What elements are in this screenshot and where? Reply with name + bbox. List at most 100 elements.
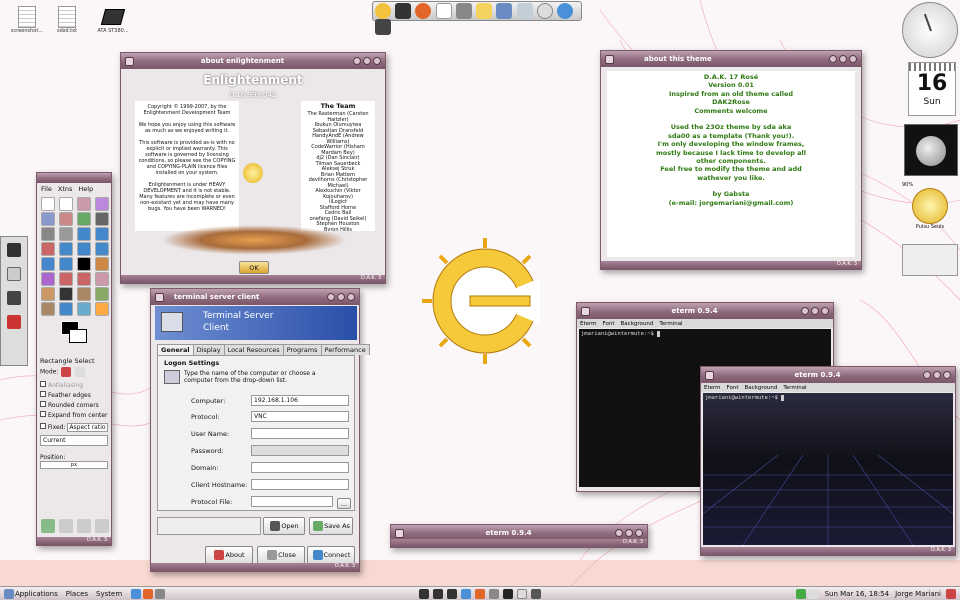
close-icon[interactable] [635, 529, 643, 537]
enlightenment-icon[interactable] [375, 3, 391, 19]
browser-icon[interactable] [131, 588, 142, 599]
option-checkbox[interactable] [40, 411, 46, 417]
scissors-tool-icon[interactable] [59, 212, 73, 226]
position-unit[interactable]: px [40, 461, 108, 469]
panel-user[interactable]: Jorge Mariani [895, 590, 941, 598]
window-menu-icon[interactable] [705, 370, 714, 380]
titlebar[interactable] [37, 173, 111, 183]
field-input[interactable]: 192.168.1.106 [251, 395, 349, 406]
applications-menu[interactable]: Applications [15, 590, 58, 598]
fuzzy-select-tool-icon[interactable] [95, 197, 109, 211]
gimp-icon[interactable] [489, 588, 500, 599]
home-icon[interactable] [496, 3, 513, 19]
tab-performance[interactable]: Performance [320, 344, 370, 355]
launcher-icon[interactable] [155, 588, 166, 599]
minimize-icon[interactable] [923, 371, 931, 379]
window-menu-icon[interactable] [395, 528, 404, 538]
profile-dropdown[interactable] [157, 517, 261, 535]
network-icon[interactable] [461, 588, 472, 599]
maximize-icon[interactable] [363, 57, 371, 65]
save-options-icon[interactable] [41, 519, 55, 533]
close-icon[interactable] [373, 57, 381, 65]
ok-button[interactable]: OK [239, 261, 269, 274]
close-icon[interactable] [821, 307, 829, 315]
desktop-icon-drive[interactable]: ATA ST380... [88, 6, 138, 34]
flip-tool-icon[interactable] [59, 257, 73, 271]
field-input[interactable] [251, 445, 349, 456]
titlebar[interactable]: about this theme [601, 51, 861, 67]
zoom-tool-icon[interactable] [41, 227, 55, 241]
background-color[interactable] [69, 329, 87, 343]
field-input[interactable]: VNC [251, 411, 349, 422]
network-status-icon[interactable] [795, 588, 806, 599]
pager-gadget[interactable] [902, 244, 958, 276]
terminal-output[interactable]: jmariani@wintermute:~$ [703, 393, 953, 545]
app-icon[interactable] [7, 267, 21, 281]
paintbrush-tool-icon[interactable] [77, 272, 91, 286]
ink-tool-icon[interactable] [59, 287, 73, 301]
system-menu[interactable]: System [96, 590, 122, 598]
crop-tool-icon[interactable] [41, 242, 55, 256]
minimize-icon[interactable] [801, 307, 809, 315]
browse-button[interactable]: ... [337, 498, 351, 509]
measure-tool-icon[interactable] [59, 227, 73, 241]
terminal-icon[interactable] [419, 588, 430, 599]
tab-local-resources[interactable]: Local Resources [223, 344, 284, 355]
maximize-icon[interactable] [625, 529, 633, 537]
field-input[interactable] [251, 479, 349, 490]
app-icon[interactable] [531, 588, 542, 599]
restore-options-icon[interactable] [59, 519, 73, 533]
minimize-icon[interactable] [353, 57, 361, 65]
firefox-icon[interactable] [415, 3, 432, 19]
field-input[interactable] [251, 428, 349, 439]
maximize-icon[interactable] [337, 293, 345, 301]
titlebar[interactable]: about enlightenment [121, 53, 385, 69]
color-swatches[interactable] [37, 317, 111, 357]
bucket-fill-tool-icon[interactable] [95, 257, 109, 271]
maximize-icon[interactable] [839, 55, 847, 63]
window-menu-icon[interactable] [125, 56, 134, 66]
clock-icon[interactable] [536, 3, 553, 19]
blend-tool-icon[interactable] [41, 272, 55, 286]
terminal-icon[interactable] [395, 3, 412, 19]
globe-icon[interactable] [557, 3, 574, 19]
current-field[interactable]: Current [40, 435, 108, 446]
free-select-tool-icon[interactable] [77, 197, 91, 211]
reset-options-icon[interactable] [95, 519, 109, 533]
color-picker-tool-icon[interactable] [95, 212, 109, 226]
color-select-tool-icon[interactable] [41, 212, 55, 226]
maximize-icon[interactable] [933, 371, 941, 379]
smudge-tool-icon[interactable] [77, 302, 91, 316]
open-button[interactable]: Open [263, 517, 305, 535]
eraser-tool-icon[interactable] [95, 272, 109, 286]
pencil-tool-icon[interactable] [59, 272, 73, 286]
minimize-icon[interactable] [327, 293, 335, 301]
monitor-icon[interactable] [503, 588, 514, 599]
tab-programs[interactable]: Programs [282, 344, 322, 355]
printer-icon[interactable] [455, 3, 472, 19]
tab-display[interactable]: Display [192, 344, 225, 355]
option-row[interactable]: Feather edges [40, 391, 108, 399]
mail-icon[interactable] [143, 588, 154, 599]
field-input[interactable] [251, 496, 333, 507]
perspective-tool-icon[interactable] [41, 257, 55, 271]
fixed-dropdown[interactable]: Aspect ratio [67, 423, 108, 432]
menu-xtns[interactable]: Xtns [58, 185, 73, 193]
option-checkbox[interactable] [40, 391, 46, 397]
window-menu-icon[interactable] [155, 292, 164, 302]
window-menu-icon[interactable] [581, 306, 590, 316]
option-row[interactable]: Expand from center [40, 411, 108, 419]
close-button[interactable]: Close [257, 546, 305, 564]
places-menu[interactable]: Places [66, 590, 88, 598]
rotate-tool-icon[interactable] [59, 242, 73, 256]
about-button[interactable]: About [205, 546, 253, 564]
rect-select-tool-icon[interactable] [41, 197, 55, 211]
save-as-button[interactable]: Save As [309, 517, 353, 535]
close-icon[interactable] [347, 293, 355, 301]
menu-help[interactable]: Help [78, 185, 93, 193]
perspective-clone-tool-icon[interactable] [41, 302, 55, 316]
volume-icon[interactable] [807, 588, 818, 599]
app-icon[interactable] [7, 243, 21, 257]
align-tool-icon[interactable] [95, 227, 109, 241]
option-checkbox[interactable] [40, 381, 46, 387]
